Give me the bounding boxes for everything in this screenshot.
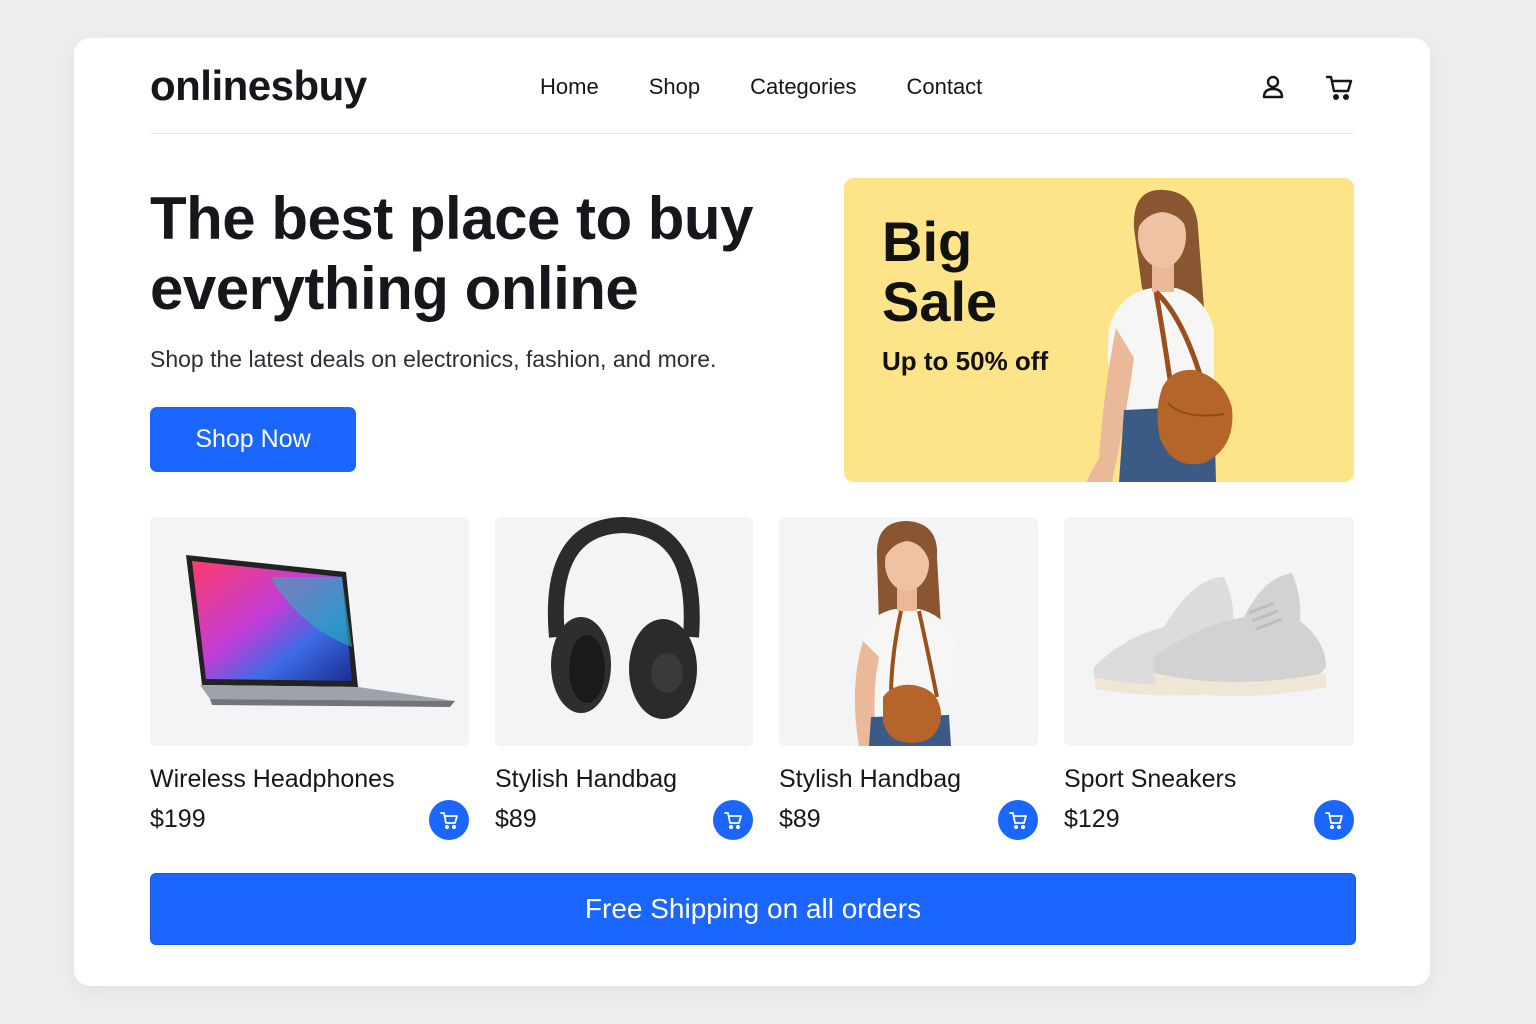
cart-icon — [1325, 812, 1343, 830]
product-image[interactable] — [779, 517, 1038, 746]
product-name[interactable]: Wireless Headphones — [150, 765, 395, 794]
nav-shop[interactable]: Shop — [649, 74, 700, 100]
product-name[interactable]: Stylish Handbag — [495, 765, 677, 794]
product-price: $129 — [1064, 805, 1120, 833]
product-card[interactable]: Sport Sneakers $129 — [1064, 517, 1354, 840]
site-header: onlinesbuy Home Shop Categories Contact — [150, 38, 1354, 134]
hero-title-line2: everything online — [150, 255, 639, 322]
site-logo[interactable]: onlinesbuy — [150, 62, 367, 110]
nav-categories[interactable]: Categories — [750, 74, 856, 100]
hero-subtitle: Shop the latest deals on electronics, fa… — [150, 346, 717, 372]
product-image[interactable] — [150, 517, 469, 746]
sale-title-line2: Sale — [882, 270, 998, 333]
main-nav: Home Shop Categories Contact — [540, 74, 982, 100]
product-image[interactable] — [495, 517, 753, 746]
sale-subtitle: Up to 50% off — [882, 346, 1049, 376]
hero-title-line1: The best place to buy — [150, 185, 753, 252]
product-name[interactable]: Sport Sneakers — [1064, 765, 1236, 794]
product-price: $89 — [779, 805, 821, 833]
sale-title-line1: Big — [882, 210, 973, 273]
product-card[interactable]: Stylish Handbag $89 — [779, 517, 1038, 840]
woman-with-handbag-image — [854, 521, 955, 746]
sale-banner[interactable]: Big Sale Up to 50% off — [844, 178, 1354, 482]
product-name[interactable]: Stylish Handbag — [779, 765, 961, 794]
add-to-cart-button[interactable] — [429, 800, 469, 840]
sale-title: Big Sale — [882, 212, 1042, 332]
hero-title: The best place to buy everything online — [150, 184, 810, 324]
shop-now-button[interactable]: Shop Now — [150, 407, 356, 472]
nav-home[interactable]: Home — [540, 74, 599, 100]
add-to-cart-button[interactable] — [998, 800, 1038, 840]
product-price: $199 — [150, 805, 206, 833]
product-price: $89 — [495, 805, 537, 833]
cart-icon — [1009, 812, 1027, 830]
product-image[interactable] — [1064, 517, 1354, 746]
page-content: onlinesbuy Home Shop Categories Contact — [150, 38, 1356, 986]
nav-contact[interactable]: Contact — [906, 74, 982, 100]
product-card[interactable]: Stylish Handbag $89 — [495, 517, 753, 840]
add-to-cart-button[interactable] — [1314, 800, 1354, 840]
model-with-handbag-image — [1086, 189, 1233, 482]
headphones-image — [547, 517, 700, 719]
laptop-image — [186, 555, 455, 707]
cart-icon — [440, 812, 458, 830]
cart-icon[interactable] — [1324, 72, 1354, 102]
user-icon[interactable] — [1258, 72, 1288, 102]
cart-icon — [724, 812, 742, 830]
product-card[interactable]: Wireless Headphones $199 — [150, 517, 469, 840]
header-actions — [1258, 72, 1354, 102]
free-shipping-banner[interactable]: Free Shipping on all orders — [150, 873, 1356, 945]
page-card: onlinesbuy Home Shop Categories Contact — [74, 38, 1430, 986]
sneakers-image — [1093, 573, 1326, 696]
add-to-cart-button[interactable] — [713, 800, 753, 840]
